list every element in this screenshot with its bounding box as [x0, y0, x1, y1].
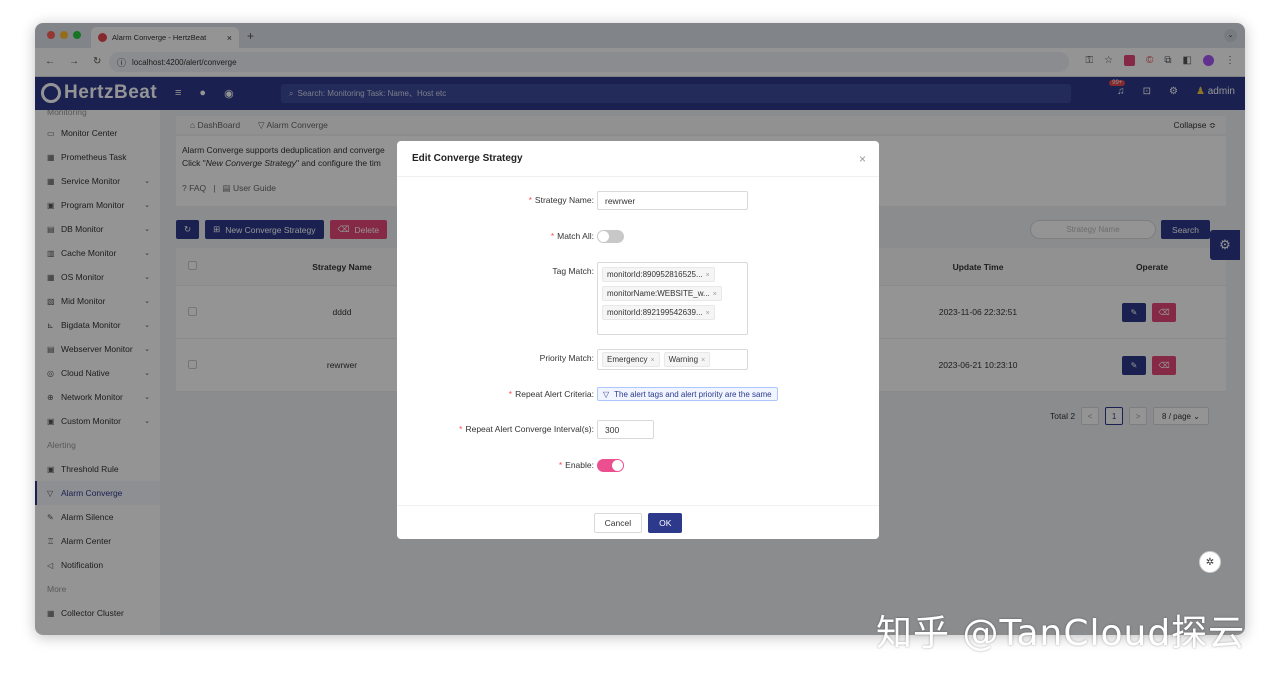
- modal-title: Edit Converge Strategy: [412, 153, 523, 164]
- required-mark: *: [459, 424, 463, 434]
- interval-label: * Repeat Alert Converge Interval(s):: [459, 424, 594, 434]
- cancel-button[interactable]: Cancel: [593, 512, 643, 533]
- criteria-label: * Repeat Alert Criteria:: [508, 389, 594, 399]
- tag-text: monitorId:890952816525...: [607, 270, 703, 279]
- modal-close-icon[interactable]: ×: [859, 152, 866, 166]
- modal-footer: Cancel OK: [397, 505, 879, 539]
- required-mark: *: [508, 389, 513, 399]
- strategy-name-row: * Strategy Name: rewrwer: [397, 191, 879, 210]
- tag-match-label: Tag Match:: [552, 266, 594, 276]
- watermark: 知乎 @TanCloud探云: [876, 613, 1246, 654]
- criteria-row: * Repeat Alert Criteria: ▽ The alert tags …: [397, 385, 879, 404]
- strategy-name-input[interactable]: rewrwer: [597, 191, 748, 210]
- priority-text: Warning: [668, 355, 699, 364]
- enable-switch[interactable]: [597, 459, 624, 472]
- priority-match-select[interactable]: Emergency × Warning ×: [597, 349, 748, 370]
- strategy-name-label-text: Strategy Name: [534, 195, 592, 205]
- browser-window: Alarm Converge - HertzBeat × + ⌄ ← → ↻ ⓘ…: [35, 23, 1245, 635]
- priority-chip: Warning ×: [663, 352, 711, 367]
- tag-chip: monitorName:WEBSITE_w... ×: [602, 286, 722, 301]
- tag-text: monitorName:WEBSITE_w...: [607, 289, 710, 298]
- match-all-label-text: Match All: [557, 231, 592, 241]
- criteria-text: The alert tags and alert priority are th…: [614, 389, 772, 399]
- strategy-name-label: * Strategy Name:: [528, 195, 594, 205]
- enable-label-text: Enable: [565, 460, 592, 470]
- tag-match-select[interactable]: monitorId:890952816525... × monitorName:W…: [597, 262, 748, 335]
- priority-match-label-text: Priority Match: [539, 353, 592, 363]
- criteria-tag: ▽ The alert tags and alert priority are t…: [597, 387, 778, 401]
- criteria-label-text: Repeat Alert Criteria: [515, 389, 592, 399]
- priority-remove-icon[interactable]: ×: [701, 357, 705, 364]
- match-all-label: * Match All:: [550, 231, 594, 241]
- priority-match-row: Priority Match: Emergency × Warning ×: [397, 349, 879, 370]
- tag-chip: monitorId:892199542639... ×: [602, 305, 715, 320]
- interval-row: * Repeat Alert Converge Interval(s): 300: [397, 420, 879, 439]
- tag-remove-icon[interactable]: ×: [706, 310, 710, 317]
- match-all-switch[interactable]: [597, 230, 624, 243]
- filter-icon: ▽: [603, 389, 610, 399]
- required-mark: *: [528, 195, 532, 205]
- interval-input[interactable]: 300: [597, 420, 654, 439]
- required-mark: *: [550, 231, 555, 241]
- priority-text: Emergency: [607, 355, 648, 364]
- priority-match-label: Priority Match:: [539, 353, 594, 363]
- tag-text: monitorId:892199542639...: [607, 308, 703, 317]
- priority-remove-icon[interactable]: ×: [650, 357, 654, 364]
- enable-row: * Enable:: [397, 456, 879, 475]
- switch-knob: [598, 231, 609, 242]
- priority-chip: Emergency ×: [602, 352, 660, 367]
- ok-button[interactable]: OK: [648, 512, 683, 533]
- switch-knob: [612, 460, 623, 471]
- tag-chip: monitorId:890952816525... ×: [602, 267, 715, 282]
- edit-strategy-modal: Edit Converge Strategy × * Strategy Name:…: [397, 141, 879, 539]
- tag-remove-icon[interactable]: ×: [713, 291, 717, 298]
- match-all-row: * Match All:: [397, 227, 879, 246]
- modal-header: Edit Converge Strategy ×: [397, 141, 879, 177]
- tag-match-label-text: Tag Match: [552, 266, 592, 276]
- interval-label-text: Repeat Alert Converge Interval(s): [465, 424, 592, 434]
- magic-wand-icon[interactable]: ✲: [1199, 551, 1221, 573]
- tag-remove-icon[interactable]: ×: [706, 272, 710, 279]
- enable-label: * Enable:: [558, 460, 594, 470]
- tag-match-row: Tag Match: monitorId:890952816525... × mo…: [397, 262, 879, 335]
- required-mark: *: [558, 460, 563, 470]
